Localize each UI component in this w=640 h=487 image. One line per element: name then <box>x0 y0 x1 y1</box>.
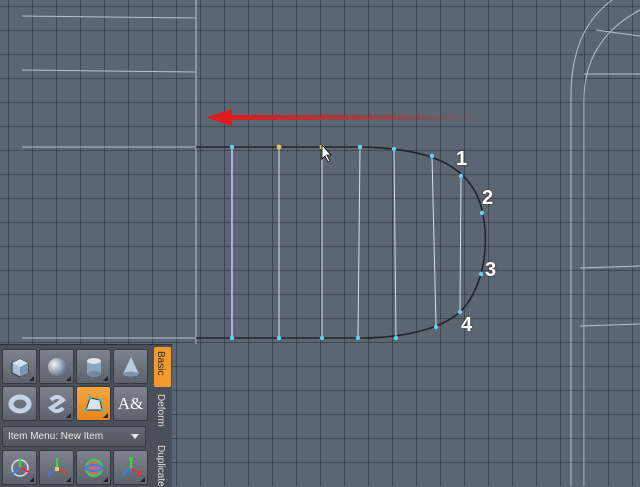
callout-3: 3 <box>485 259 497 281</box>
pen-tool-button[interactable] <box>76 386 111 421</box>
capsule-icon <box>47 394 66 413</box>
direction-arrow <box>206 109 484 126</box>
control-point <box>357 144 363 150</box>
control-point-selected <box>276 144 282 150</box>
callout-4: 4 <box>461 314 473 336</box>
cylinder-icon <box>86 357 101 377</box>
control-point <box>433 324 439 330</box>
bg-edge-line <box>595 29 640 37</box>
control-point <box>276 335 282 341</box>
cylinder-tool-button[interactable] <box>76 349 111 384</box>
tab-duplicate[interactable]: Duplicate <box>154 441 171 487</box>
bg-curve-line <box>583 9 640 486</box>
control-point <box>355 335 361 341</box>
toolbox-tabs: Basic Deform Duplicate <box>153 345 172 487</box>
rotate-tool-button[interactable] <box>76 450 111 485</box>
cube-icon <box>11 357 28 378</box>
spline-shape <box>196 144 487 341</box>
control-point <box>479 210 485 216</box>
text-tool-button[interactable]: A& <box>113 386 148 421</box>
tab-basic-label: Basic <box>155 351 166 376</box>
callout-1: 1 <box>456 148 468 170</box>
control-point <box>229 335 235 341</box>
tab-duplicate-label: Duplicate <box>155 445 166 487</box>
item-menu-label: Item Menu: New Item <box>8 431 104 442</box>
chevron-down-icon <box>131 434 139 439</box>
control-point <box>391 146 397 152</box>
item-menu-dropdown[interactable]: Item Menu: New Item <box>2 426 146 447</box>
torus-icon <box>8 394 31 413</box>
bg-curve-line <box>570 0 613 486</box>
control-point <box>478 271 484 277</box>
bg-edge-line <box>579 323 640 327</box>
tool-grid: A& <box>2 349 150 423</box>
callout-2: 2 <box>482 187 494 209</box>
tool-row <box>2 450 148 485</box>
control-point <box>458 173 464 179</box>
toolbox-panel: A& Item Menu: New Item Basic Deform Dupl… <box>0 344 172 487</box>
scale-tool-button[interactable] <box>113 450 148 485</box>
tab-deform[interactable]: Deform <box>154 390 171 436</box>
sphere-tool-button[interactable] <box>39 349 74 384</box>
transform-icon <box>10 457 29 477</box>
scale-icon <box>120 456 142 476</box>
rotate-icon <box>84 458 103 477</box>
text-tool-icon: A& <box>117 393 144 413</box>
move-tool-button[interactable] <box>39 450 74 485</box>
transform-tool-button[interactable] <box>2 450 37 485</box>
control-point <box>319 335 325 341</box>
bg-edge-line <box>21 15 197 19</box>
cone-icon <box>122 356 139 376</box>
cube-tool-button[interactable] <box>2 349 37 384</box>
move-icon <box>46 457 67 476</box>
bg-edge-line <box>579 265 640 269</box>
capsule-tool-button[interactable] <box>39 386 74 421</box>
sphere-icon <box>47 357 66 376</box>
control-point <box>229 144 235 150</box>
control-point <box>393 335 399 341</box>
control-point <box>429 153 435 159</box>
torus-tool-button[interactable] <box>2 386 37 421</box>
tool-row: A& <box>2 386 150 421</box>
cone-tool-button[interactable] <box>113 349 148 384</box>
pen-tool-icon <box>83 395 104 412</box>
tab-deform-label: Deform <box>155 394 166 427</box>
bg-edge-line <box>21 69 197 73</box>
tab-basic[interactable]: Basic <box>154 347 171 387</box>
tool-row <box>2 349 150 384</box>
